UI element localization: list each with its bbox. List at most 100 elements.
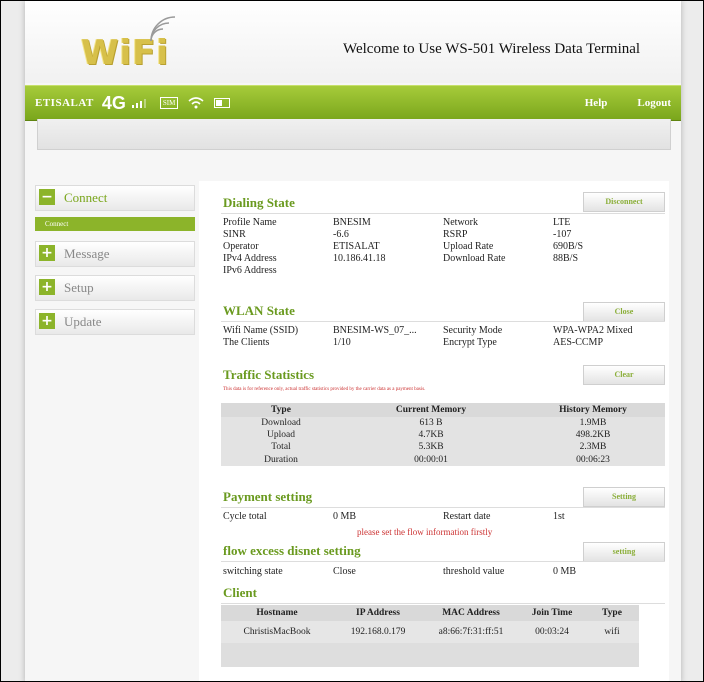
sidebar-item-connect[interactable]: − Connect	[35, 185, 195, 211]
column-header-join-time: Join Time	[531, 608, 573, 618]
client-type: wifi	[604, 627, 620, 637]
expand-icon: +	[39, 279, 55, 295]
upload-rate-value: 690B/S	[553, 241, 584, 252]
table-row: ChristisMacBook 192.168.0.179 a8:66:7f:3…	[221, 621, 639, 643]
payment-setting-button[interactable]: Setting	[583, 487, 665, 507]
sidebar-item-label: Message	[64, 246, 110, 261]
traffic-type: Download	[261, 418, 301, 428]
expand-icon: +	[39, 245, 55, 261]
sidebar-item-label: Update	[64, 314, 102, 329]
table-row: Download 613 B 1.9MB	[221, 417, 665, 429]
ipv4-value: 10.186.41.18	[333, 253, 386, 264]
carrier-name: ETISALAT	[35, 97, 94, 109]
sidebar-item-update[interactable]: + Update	[35, 309, 195, 335]
operator-label: Operator	[223, 241, 259, 252]
operator-value: ETISALAT	[333, 241, 380, 252]
network-type: 4G	[101, 92, 126, 113]
disconnect-button[interactable]: Disconnect	[583, 192, 665, 212]
cycle-total-value: 0 MB	[333, 511, 357, 522]
status-bar: ETISALAT 4G SIM Help Logout	[25, 85, 681, 121]
column-header-ip: IP Address	[356, 608, 400, 618]
sidebar: − Connect Connect + Message + Setup + Up…	[35, 185, 195, 343]
sidebar-item-label: Connect	[64, 190, 108, 205]
sidebar-subitem-connect[interactable]: Connect	[35, 217, 195, 231]
flow-excess-title: flow excess disnet setting	[223, 543, 361, 558]
main-content: Dialing State Disconnect Profile Name BN…	[199, 181, 669, 681]
traffic-table: Type Current Memory History Memory Downl…	[221, 403, 665, 466]
threshold-value-value: 0 MB	[553, 566, 577, 577]
traffic-statistics-title: Traffic Statistics	[223, 367, 315, 382]
client-mac: a8:66:7f:31:ff:51	[438, 627, 504, 637]
rsrp-value: -107	[553, 229, 572, 240]
column-header-type: Type	[602, 608, 622, 618]
divider	[221, 603, 665, 604]
expand-icon: +	[39, 313, 55, 329]
divider	[221, 561, 665, 562]
sidebar-item-setup[interactable]: + Setup	[35, 275, 195, 301]
traffic-current: 4.7KB	[418, 430, 444, 440]
column-header-type: Type	[271, 405, 291, 415]
client-hostname: ChristisMacBook	[243, 627, 311, 637]
close-button[interactable]: Close	[583, 302, 665, 322]
wifi-arcs-icon	[150, 16, 176, 42]
sinr-value: -6.6	[333, 229, 349, 240]
network-value: LTE	[553, 217, 571, 228]
traffic-disclaimer: This data is for reference only, actual …	[223, 387, 426, 392]
welcome-title: Welcome to Use WS-501 Wireless Data Term…	[343, 41, 641, 57]
switching-state-value: Close	[333, 566, 356, 577]
restart-date-value: 1st	[553, 511, 565, 522]
client-table: Hostname IP Address MAC Address Join Tim…	[221, 605, 639, 643]
traffic-current: 613 B	[419, 418, 443, 428]
switching-state-label: switching state	[223, 566, 283, 577]
cycle-total-label: Cycle total	[223, 511, 267, 522]
sub-toolbar	[37, 119, 671, 150]
payment-setting-title: Payment setting	[223, 489, 313, 504]
upload-rate-label: Upload Rate	[443, 241, 494, 252]
encrypt-type-label: Encrypt Type	[443, 337, 497, 348]
security-mode-value: WPA-WPA2 Mixed	[553, 325, 633, 336]
encrypt-type-value: AES-CCMP	[553, 337, 604, 348]
flow-warning-text: please set the flow information firstly	[357, 527, 493, 537]
traffic-history: 498.2KB	[575, 430, 611, 440]
client-join-time: 00:03:24	[535, 627, 569, 637]
help-link[interactable]: Help	[585, 97, 608, 109]
logout-link[interactable]: Logout	[637, 97, 671, 109]
divider	[221, 321, 665, 322]
download-rate-label: Download Rate	[443, 253, 506, 264]
column-header-history-memory: History Memory	[559, 405, 627, 415]
table-row: Total 5.3KB 2.3MB	[221, 441, 665, 453]
restart-date-label: Restart date	[443, 511, 491, 522]
traffic-type: Total	[271, 442, 291, 452]
sim-icon: SIM	[159, 97, 179, 109]
sidebar-item-message[interactable]: + Message	[35, 241, 195, 267]
profile-name-value: BNESIM	[333, 217, 371, 228]
traffic-history: 2.3MB	[579, 442, 607, 452]
dialing-state-title: Dialing State	[223, 195, 295, 210]
browser-frame: WiFi Welcome to Use WS-501 Wireless Data…	[0, 0, 704, 682]
traffic-history: 1.9MB	[579, 418, 607, 428]
ipv4-label: IPv4 Address	[223, 253, 277, 264]
traffic-type: Duration	[264, 454, 298, 465]
client-table-footer	[221, 643, 639, 667]
divider	[221, 213, 665, 214]
ipv6-label: IPv6 Address	[223, 265, 277, 276]
sidebar-item-label: Setup	[64, 280, 94, 295]
table-row: Duration 00:00:01 00:06:23	[221, 453, 665, 466]
collapse-icon: −	[39, 189, 55, 205]
clear-button[interactable]: Clear	[583, 365, 665, 385]
network-label: Network	[443, 217, 478, 228]
client-title: Client	[223, 585, 257, 600]
flow-setting-button[interactable]: setting	[583, 542, 665, 562]
traffic-current: 00:00:01	[414, 454, 448, 465]
table-row: Upload 4.7KB 498.2KB	[221, 429, 665, 441]
battery-icon	[214, 98, 231, 108]
column-header-hostname: Hostname	[256, 608, 298, 618]
threshold-value-label: threshold value	[443, 566, 505, 577]
clients-value: 1/10	[333, 337, 351, 348]
rsrp-label: RSRP	[443, 229, 468, 240]
profile-name-label: Profile Name	[223, 217, 277, 228]
signal-strength-icon	[131, 98, 146, 108]
column-header-current-memory: Current Memory	[395, 405, 467, 415]
clients-label: The Clients	[223, 337, 270, 348]
traffic-current: 5.3KB	[418, 442, 444, 452]
